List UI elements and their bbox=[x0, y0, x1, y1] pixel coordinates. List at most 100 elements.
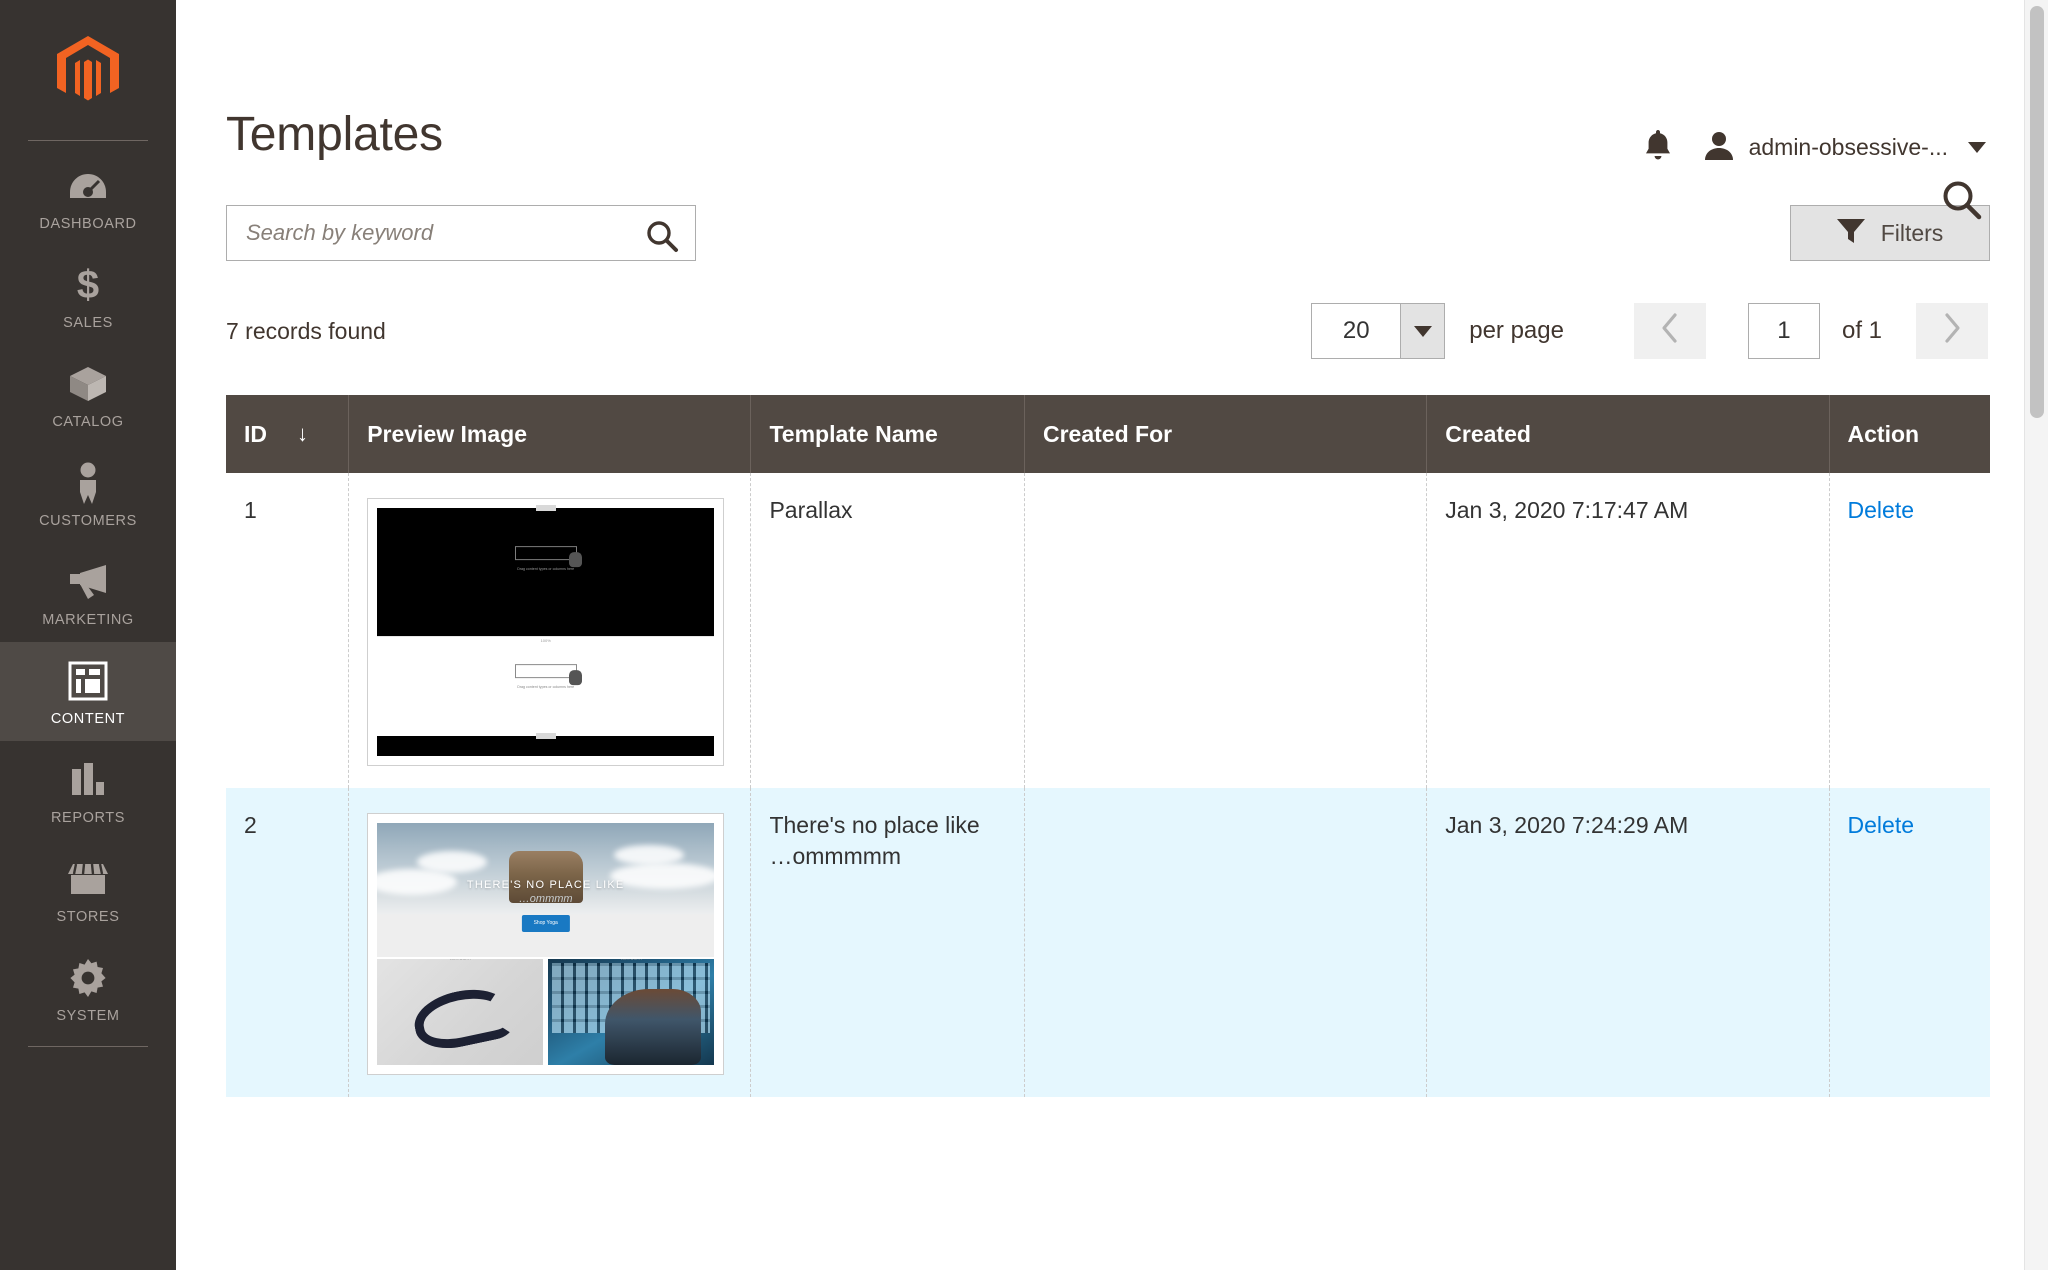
cell-preview-image[interactable]: Drag content types or columns here 100% … bbox=[348, 473, 752, 788]
sidebar-item-marketing[interactable]: MARKETING bbox=[0, 543, 176, 642]
table-row[interactable]: 2 THERE'S NO PLACE LIKE …ommmm Shop Yoga… bbox=[226, 788, 1990, 1097]
drop-placeholder: Drag content types or columns here bbox=[514, 546, 582, 572]
preview-footer-strip bbox=[377, 733, 715, 756]
dollar-icon: $ bbox=[66, 264, 110, 306]
sidebar-item-label: REPORTS bbox=[50, 810, 126, 826]
delete-link[interactable]: Delete bbox=[1848, 812, 1914, 838]
user-name-label: admin-obsessive-... bbox=[1748, 134, 1948, 160]
template-preview-thumbnail[interactable]: Drag content types or columns here 100% … bbox=[367, 498, 725, 766]
sidebar-item-label: DASHBOARD bbox=[39, 216, 137, 232]
hero-subheadline: …ommmm bbox=[518, 893, 573, 905]
sidebar-item-label: STORES bbox=[56, 909, 120, 925]
keyword-search-box[interactable] bbox=[226, 205, 696, 261]
sidebar-item-label: CONTENT bbox=[50, 711, 126, 727]
sidebar-item-reports[interactable]: REPORTS bbox=[0, 741, 176, 840]
main-content: Templates admin-obsessive-... Search by … bbox=[176, 0, 2048, 1270]
megaphone-icon bbox=[66, 561, 110, 603]
column-header-created-for[interactable]: Created For bbox=[1024, 395, 1428, 473]
sidebar-divider-bottom bbox=[28, 1046, 148, 1047]
magento-logo[interactable] bbox=[0, 0, 176, 140]
template-preview-thumbnail[interactable]: THERE'S NO PLACE LIKE …ommmm Shop Yoga 1… bbox=[367, 813, 725, 1075]
bar-chart-icon bbox=[66, 759, 110, 801]
scrollbar-thumb[interactable] bbox=[2030, 6, 2044, 418]
column-header-template-name[interactable]: Template Name bbox=[750, 395, 1025, 473]
sidebar-item-label: SYSTEM bbox=[56, 1008, 120, 1024]
page-number-value: 1 bbox=[1777, 317, 1791, 344]
user-avatar-icon bbox=[1703, 129, 1735, 166]
section-width-label: 100% bbox=[540, 638, 551, 643]
hero-cta-button[interactable]: Shop Yoga bbox=[521, 915, 570, 932]
global-search-icon[interactable] bbox=[1940, 178, 1984, 227]
column-width-label: 100% WIDTH bbox=[449, 959, 471, 961]
cell-created: Jan 3, 2020 7:17:47 AM bbox=[1426, 473, 1830, 788]
grid-body: 1 Drag content types or columns here 100… bbox=[226, 473, 1990, 1097]
filters-label: Filters bbox=[1880, 219, 1944, 246]
sidebar-item-customers[interactable]: CUSTOMERS bbox=[0, 444, 176, 543]
cell-preview-image[interactable]: THERE'S NO PLACE LIKE …ommmm Shop Yoga 1… bbox=[348, 788, 752, 1097]
sidebar-item-catalog[interactable]: CATALOG bbox=[0, 345, 176, 444]
records-found-label: 7 records found bbox=[226, 317, 386, 344]
page-title: Templates bbox=[226, 108, 443, 161]
search-icon[interactable] bbox=[645, 219, 679, 258]
preview-dark-section: Drag content types or columns here bbox=[377, 505, 715, 636]
svg-text:$: $ bbox=[77, 264, 99, 306]
sidebar-item-sales[interactable]: $ SALES bbox=[0, 246, 176, 345]
cell-created-for bbox=[1024, 788, 1428, 1097]
cell-created: Jan 3, 2020 7:24:29 AM bbox=[1426, 788, 1830, 1097]
section-spacer bbox=[377, 949, 715, 957]
yoga-pose-photo: 100% WIDTH bbox=[377, 959, 544, 1065]
admin-app: DASHBOARD $ SALES CATALOG CUSTOMERS MARK… bbox=[0, 0, 2048, 1270]
drop-message: Drag content types or columns here bbox=[517, 567, 575, 572]
cell-id: 1 bbox=[226, 473, 350, 788]
grid-header-row: ID ↓ Preview Image Template Name Created… bbox=[226, 395, 1990, 473]
preview-hero-section: THERE'S NO PLACE LIKE …ommmm Shop Yoga bbox=[377, 823, 715, 949]
templates-grid: ID ↓ Preview Image Template Name Created… bbox=[226, 395, 1990, 1097]
funnel-icon bbox=[1836, 218, 1865, 249]
sort-descending-icon: ↓ bbox=[297, 421, 308, 446]
sidebar-item-system[interactable]: SYSTEM bbox=[0, 939, 176, 1038]
column-header-preview-image[interactable]: Preview Image bbox=[348, 395, 752, 473]
user-menu[interactable]: admin-obsessive-... bbox=[1703, 129, 1986, 166]
sidebar-item-label: MARKETING bbox=[42, 612, 134, 628]
cell-template-name: Parallax bbox=[750, 473, 1025, 788]
preview-image-row: 100% WIDTH 100% WIDTH bbox=[377, 959, 715, 1065]
table-row[interactable]: 1 Drag content types or columns here 100… bbox=[226, 473, 1990, 788]
vertical-scrollbar[interactable] bbox=[2024, 0, 2048, 1270]
hand-cursor-icon bbox=[568, 669, 582, 685]
box-icon bbox=[66, 363, 110, 405]
per-page-value: 20 bbox=[1342, 317, 1370, 344]
magento-logo-icon bbox=[57, 36, 119, 101]
page-header: Templates admin-obsessive-... bbox=[226, 0, 1990, 220]
pagination-row: 7 records found 20 per page 1 of 1 bbox=[226, 303, 1990, 359]
chevron-right-icon bbox=[1942, 312, 1962, 350]
person-icon bbox=[66, 462, 110, 504]
per-page-select[interactable]: 20 bbox=[1311, 303, 1446, 359]
sidebar-item-dashboard[interactable]: DASHBOARD bbox=[0, 147, 176, 246]
delete-link[interactable]: Delete bbox=[1848, 497, 1914, 523]
dashboard-icon bbox=[66, 165, 110, 207]
next-page-button[interactable] bbox=[1916, 303, 1988, 359]
hero-headline: THERE'S NO PLACE LIKE bbox=[466, 879, 625, 891]
previous-page-button[interactable] bbox=[1633, 303, 1706, 359]
sidebar-item-stores[interactable]: STORES bbox=[0, 840, 176, 939]
athlete-photo: 100% WIDTH bbox=[548, 959, 715, 1065]
column-header-id[interactable]: ID ↓ bbox=[226, 395, 350, 473]
section-handle bbox=[535, 733, 556, 739]
chevron-down-icon[interactable] bbox=[1400, 304, 1445, 358]
page-number-input[interactable]: 1 bbox=[1747, 303, 1820, 359]
preview-light-section: 100% Drag content types or columns here bbox=[377, 636, 715, 736]
notifications-bell-icon[interactable] bbox=[1643, 128, 1673, 167]
search-input[interactable] bbox=[227, 206, 695, 260]
cell-action: Delete bbox=[1829, 473, 1990, 788]
per-page-label: per page bbox=[1469, 317, 1564, 344]
column-header-created[interactable]: Created bbox=[1426, 395, 1830, 473]
sidebar-divider-top bbox=[28, 140, 148, 141]
column-header-action: Action bbox=[1829, 395, 1990, 473]
layout-icon bbox=[66, 660, 110, 702]
grid-header: ID ↓ Preview Image Template Name Created… bbox=[226, 395, 1990, 473]
sidebar-item-content[interactable]: CONTENT bbox=[0, 642, 176, 741]
cell-template-name: There's no place like …ommmmm bbox=[750, 788, 1025, 1097]
main-sidebar: DASHBOARD $ SALES CATALOG CUSTOMERS MARK… bbox=[0, 0, 176, 1270]
header-actions: admin-obsessive-... bbox=[1643, 110, 1990, 167]
column-width-label: 100% WIDTH bbox=[620, 959, 642, 961]
